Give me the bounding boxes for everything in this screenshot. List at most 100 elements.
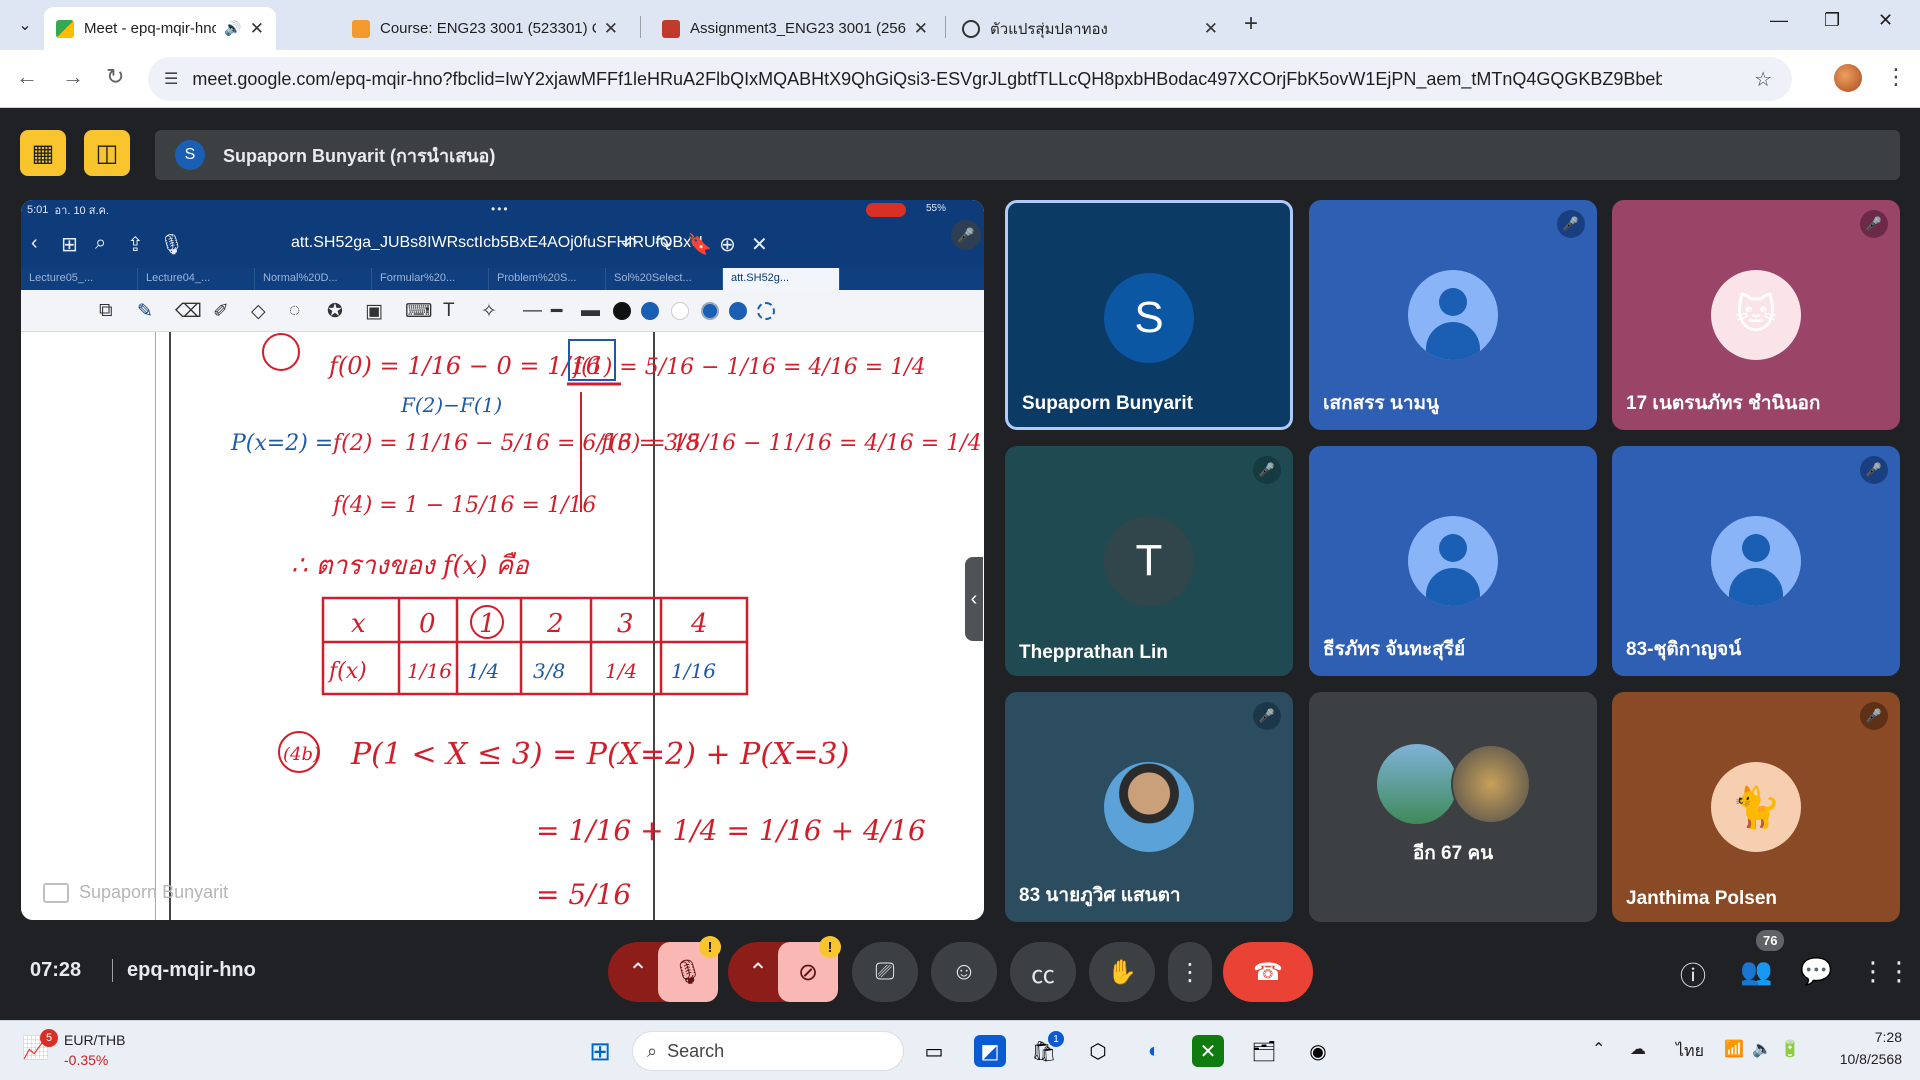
restore-button[interactable]: ❐ [1824,10,1840,31]
site-info-icon[interactable]: ☰ [164,69,178,89]
participant-tile[interactable]: ธีรภัทร จันทะสุรีย์ [1309,446,1597,676]
tray-overflow-icon[interactable]: ⌃ [1592,1039,1605,1059]
tray-date[interactable]: 10/8/2568 [1812,1051,1902,1067]
more-participants-tile[interactable]: อีก 67 คน [1309,692,1597,922]
raise-hand-button[interactable]: ✋ [1089,942,1155,1002]
lasso-image-icon: ⧉ [99,300,113,321]
reactions-button[interactable]: ☺ [931,942,997,1002]
xbox-icon[interactable]: ✕ [1192,1035,1224,1067]
taskbar-search[interactable]: ⌕ Search [632,1031,904,1071]
more-options-button[interactable]: ⋮ [1168,942,1212,1002]
task-view-icon[interactable]: ▭ [918,1035,950,1067]
chrome-icon[interactable]: ◉ [1302,1035,1334,1067]
close-tab-icon[interactable]: ✕ [914,19,928,39]
ipad-status-bar: 5:01 อา. 10 ส.ค. ••• 55% [21,200,984,220]
volume-icon[interactable]: 🔈 [1752,1039,1772,1059]
presenter-watermark: Supaporn Bunyarit [43,882,228,903]
hw-conclusion: ∴ ตารางของ f(x) คือ [291,551,530,581]
close-window-button[interactable]: ✕ [1878,10,1893,31]
thick-stroke-icon: ▬ [581,300,600,321]
widget-value: -0.35% [64,1052,109,1068]
watermark-name: Supaporn Bunyarit [79,882,229,902]
app-icon[interactable]: ⬡ [1082,1035,1114,1067]
participant-tile[interactable]: S Supaporn Bunyarit [1005,200,1293,430]
camera-off-icon: ⊘ [797,958,819,986]
search-placeholder: Search [667,1040,725,1061]
table-cell-f2: 3/8 [533,659,565,683]
document-title: att.SH52ga_JUBs8IWRsctIcb5BxE4AOj0fuSFHI… [291,234,703,251]
meet-icon [56,19,74,38]
participant-name: 83 นายภูวิศ แสนตา [1019,885,1181,906]
battery-level: 55% [926,203,947,214]
windows-taskbar: 📈 5 EUR/THB -0.35% ⊞ ⌕ Search ▭ ◩ 🛍 1 ⬡ … [0,1020,1920,1080]
reload-button[interactable]: ↻ [106,64,124,90]
start-button[interactable]: ⊞ [584,1035,616,1067]
speaker-icon[interactable]: 🔊 [224,20,241,37]
text-icon: T [443,300,455,321]
search-icon: ⌕ [95,232,107,254]
hw-px2-prefix: P(x=2) = [230,431,333,456]
tab-course[interactable]: Course: ENG23 3001 (523301) C ✕ [340,7,630,50]
present-screen-button[interactable]: ⎚ [852,942,918,1002]
forward-button[interactable]: → [62,64,84,90]
meeting-info-icon[interactable]: ⓘ [1680,956,1706,993]
table-cell-f3: 1/4 [605,659,637,683]
sut-icon [352,19,370,38]
shared-screen[interactable]: 5:01 อา. 10 ส.ค. ••• 55% ‹ ⊞ ⌕ ⇪ 🎙 att.S… [21,200,984,920]
wifi-icon[interactable]: 📶 [1724,1039,1744,1059]
chevron-up-icon: ⌃ [748,958,769,986]
tab-label: Course: ENG23 3001 (523301) C [380,20,596,37]
screen-mic-off-icon: 🎤 [951,220,981,250]
color-blue-2 [729,302,747,320]
color-blue [641,302,659,320]
input-language[interactable]: ไทย [1676,1039,1704,1064]
tray-time[interactable]: 7:28 [1830,1029,1902,1045]
participant-tile[interactable]: 🎤 🐈 Janthima Polsen [1612,692,1900,922]
hw-line-f4: f(4) = 1 − 15/16 = 1/16 [331,493,596,518]
address-bar-row: ← → ↻ ☰ meet.google.com/epq-mqir-hno?fbc… [0,50,1920,108]
note-canvas: f(0) = 1/16 − 0 = 1/16 f(1) = 5/16 − 1/1… [21,332,984,920]
tab-assignment[interactable]: Assignment3_ENG23 3001 (256 ✕ [650,7,940,50]
doc-tab: Sol%20Select... [606,268,723,290]
close-tab-icon[interactable]: ✕ [1204,19,1218,39]
people-icon[interactable]: 👥 [1740,956,1772,987]
participant-tile[interactable]: 🎤 T Thepprathan Lin [1005,446,1293,676]
presenter-label: Supaporn Bunyarit (การนำเสนอ) [223,145,496,166]
sticker-icon: ✪ [327,301,343,322]
onedrive-icon[interactable]: ☁ [1630,1039,1646,1059]
captions-button[interactable]: ㏄ [1010,942,1076,1002]
new-tab-button[interactable]: + [1244,10,1258,38]
app-icon-2[interactable]: 🗂 [1248,1035,1280,1067]
tab-search-button[interactable]: ⌄ [10,10,40,40]
back-button[interactable]: ← [16,64,38,90]
participant-tile[interactable]: 🎤 83-ชุติกาญจน์ [1612,446,1900,676]
profile-avatar[interactable] [1834,64,1862,92]
browser-menu-icon[interactable]: ⋮ [1885,64,1907,90]
chat-icon[interactable]: 💬 [1800,956,1832,987]
hide-presentation-button[interactable]: ▦ [20,130,66,176]
layout-button[interactable]: ◫ [84,130,130,176]
bookmark-star-icon[interactable]: ☆ [1754,67,1772,92]
eraser-icon: ⌫ [175,301,202,322]
table-header-1: 1 [479,609,496,639]
camera-warning-icon: ! [819,936,841,958]
photos-app-icon[interactable]: ◩ [974,1035,1006,1067]
participant-name: Thepprathan Lin [1019,642,1168,663]
url-text[interactable]: meet.google.com/epq-mqir-hno?fbclid=IwY2… [192,69,1662,90]
meeting-clock: 07:28 [30,959,82,981]
tab-meet[interactable]: Meet - epq-mqir-hno 🔊 ✕ [44,7,276,50]
participant-tile[interactable]: 🎤 83 นายภูวิศ แสนตา [1005,692,1293,922]
close-tab-icon[interactable]: ✕ [250,19,264,39]
activities-icon[interactable]: ⋮⋮ [1860,956,1912,987]
minimize-button[interactable]: — [1770,10,1788,31]
omnibox[interactable]: ☰ meet.google.com/epq-mqir-hno?fbclid=Iw… [148,57,1792,101]
leave-call-button[interactable]: ☎ [1223,942,1313,1002]
tab-chatgpt[interactable]: ตัวแปรสุ่มปลาทอง ✕ [950,7,1230,50]
participant-tile[interactable]: 🎤 🐱 17 เนตรนภัทร ชำนินอก [1612,200,1900,430]
table-header-0: 0 [419,609,436,639]
close-tab-icon[interactable]: ✕ [604,19,618,39]
participant-tile[interactable]: 🎤 เสกสรร นามนู [1309,200,1597,430]
edge-icon[interactable]: ◐ [1138,1035,1170,1067]
battery-icon[interactable]: 🔋 [1780,1039,1800,1059]
emoji-icon: ☺ [951,958,977,985]
